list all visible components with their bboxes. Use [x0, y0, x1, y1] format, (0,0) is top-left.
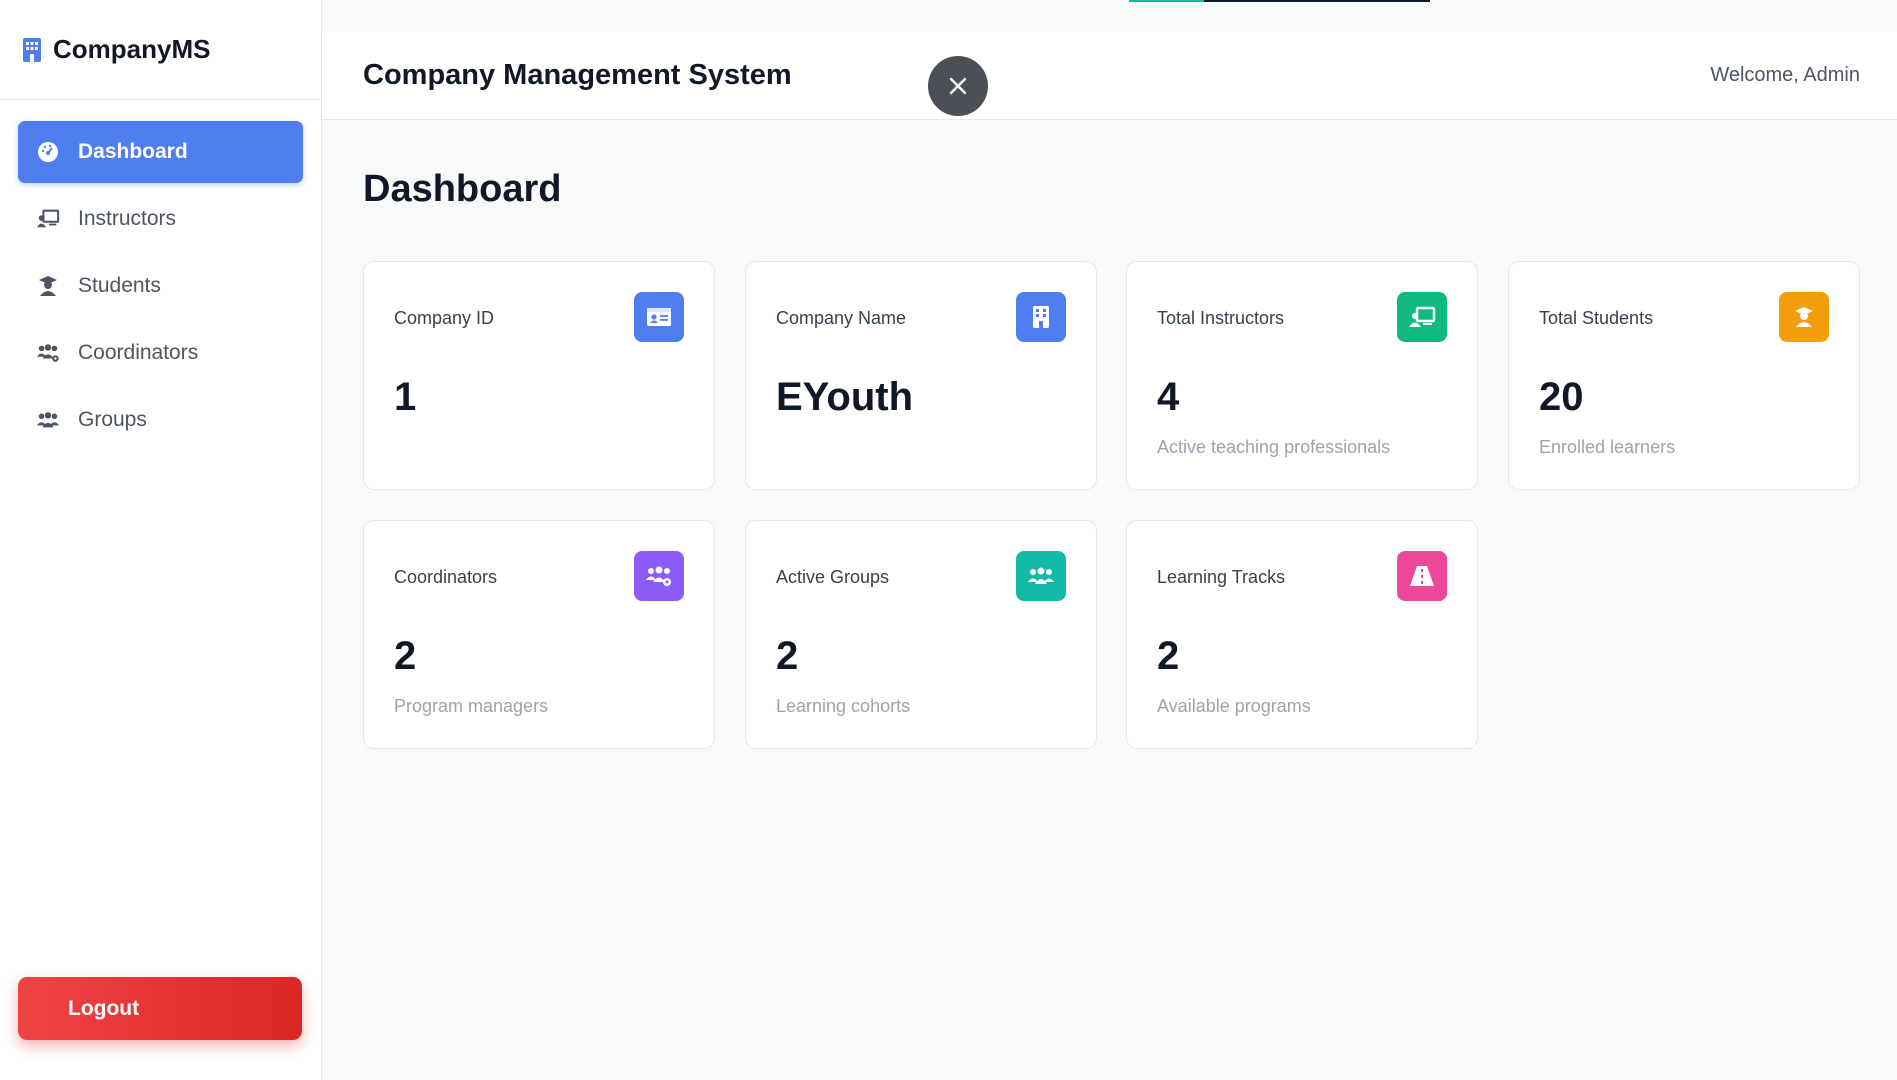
sidebar-item-label: Instructors	[78, 207, 177, 230]
building-icon	[23, 37, 41, 62]
student-icon	[1779, 292, 1829, 342]
student-icon	[36, 274, 60, 298]
logout-button[interactable]: Logout	[18, 977, 302, 1040]
stat-card-total-students: Total Students 20 Enrolled learners	[1508, 261, 1860, 490]
groups-icon	[36, 408, 60, 432]
card-label: Total Instructors	[1157, 308, 1285, 328]
top-strip	[322, 0, 1897, 32]
page-title: Dashboard	[363, 168, 562, 210]
id-card-icon	[634, 292, 684, 342]
sidebar-nav: Dashboard Instructors Students Coordinat…	[0, 100, 321, 451]
card-label: Learning Tracks	[1157, 567, 1286, 587]
sidebar-item-label: Students	[78, 274, 161, 297]
card-subtitle: Active teaching professionals	[1157, 437, 1391, 457]
coordinators-icon	[634, 551, 684, 601]
sidebar: CompanyMS Dashboard Instructors Students…	[0, 0, 322, 1080]
instructor-icon	[36, 207, 60, 231]
stat-card-learning-tracks: Learning Tracks 2 Available programs	[1126, 520, 1478, 749]
card-subtitle: Available programs	[1157, 696, 1311, 716]
sidebar-item-coordinators[interactable]: Coordinators	[18, 322, 303, 384]
card-value: 1	[394, 375, 417, 419]
sidebar-item-label: Groups	[78, 408, 147, 431]
building-icon	[1016, 292, 1066, 342]
stat-card-active-groups: Active Groups 2 Learning cohorts	[745, 520, 1097, 749]
close-icon	[949, 77, 967, 95]
app-title: Company Management System	[363, 59, 792, 91]
loading-progress-fill	[1129, 0, 1205, 2]
road-icon	[1397, 551, 1447, 601]
card-label: Company Name	[776, 308, 907, 328]
card-label: Company ID	[394, 308, 495, 328]
card-value: 4	[1157, 375, 1180, 419]
loading-progress-bar	[1129, 0, 1430, 2]
welcome-text: Welcome, Admin	[1710, 64, 1860, 86]
card-value: EYouth	[776, 375, 914, 419]
card-value: 2	[394, 634, 417, 678]
card-label: Active Groups	[776, 567, 890, 587]
sidebar-item-instructors[interactable]: Instructors	[18, 188, 303, 250]
card-subtitle: Learning cohorts	[776, 696, 911, 716]
card-value: 20	[1539, 375, 1584, 419]
instructor-icon	[1397, 292, 1447, 342]
stat-card-total-instructors: Total Instructors 4 Active teaching prof…	[1126, 261, 1478, 490]
close-button[interactable]	[928, 56, 988, 116]
brand-name: CompanyMS	[53, 34, 211, 64]
brand[interactable]: CompanyMS	[0, 0, 321, 100]
card-subtitle: Enrolled learners	[1539, 437, 1676, 457]
app-header: Company Management System Welcome, Admin	[322, 32, 1897, 120]
sidebar-item-label: Dashboard	[78, 140, 188, 163]
sidebar-item-students[interactable]: Students	[18, 255, 303, 317]
card-value: 2	[1157, 634, 1180, 678]
sidebar-item-groups[interactable]: Groups	[18, 389, 303, 451]
card-label: Coordinators	[394, 567, 498, 587]
sidebar-item-dashboard[interactable]: Dashboard	[18, 121, 303, 183]
sidebar-item-label: Coordinators	[78, 341, 199, 364]
coordinators-icon	[36, 341, 60, 365]
card-label: Total Students	[1539, 308, 1654, 328]
stat-card-company-id: Company ID 1	[363, 261, 715, 490]
card-subtitle: Program managers	[394, 696, 549, 716]
dashboard-gauge-icon	[36, 140, 60, 164]
groups-icon	[1016, 551, 1066, 601]
card-value: 2	[776, 634, 799, 678]
stat-card-company-name: Company Name EYouth	[745, 261, 1097, 490]
stat-card-coordinators: Coordinators 2 Program managers	[363, 520, 715, 749]
